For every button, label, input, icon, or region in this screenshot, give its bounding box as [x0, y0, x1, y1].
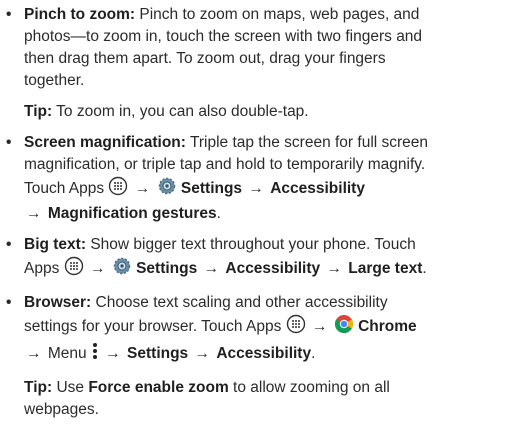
- pinch-text-3: then drag them apart. To zoom out, drag …: [24, 50, 386, 67]
- tip-line2: webpages.: [24, 401, 99, 418]
- chrome-label: Chrome: [358, 318, 417, 335]
- apps-icon: [286, 314, 306, 341]
- pinch-text-1: Pinch to zoom on maps, web pages, and: [139, 6, 420, 23]
- magnification-gestures-label: Magnification gestures: [47, 205, 217, 222]
- arrow: →: [203, 260, 220, 277]
- browser-text-2: settings for your browser. Touch Apps: [24, 318, 282, 335]
- accessibility-label: Accessibility: [216, 345, 312, 362]
- settings-label: Settings: [180, 180, 243, 197]
- arrow: →: [134, 180, 151, 197]
- touch-apps-text: Touch Apps: [24, 180, 105, 197]
- tip-double-tap: Tip: To zoom in, you can also double-tap…: [0, 101, 507, 123]
- period: .: [422, 260, 427, 277]
- accessibility-label: Accessibility: [270, 180, 365, 197]
- arrow: →: [89, 260, 106, 277]
- arrow: →: [194, 345, 211, 362]
- tip-label: Tip:: [24, 103, 53, 120]
- browser-text-1: Choose text scaling and other accessibil…: [95, 294, 388, 311]
- arrow: →: [326, 260, 342, 277]
- pinch-title: Pinch to zoom:: [24, 6, 136, 23]
- tip-force-zoom: Tip: Use Force enable zoom to allow zoom…: [0, 377, 507, 421]
- arrow: →: [311, 318, 328, 335]
- magnification-text-2: magnification, or triple tap and hold to…: [24, 156, 426, 173]
- magnification-text-1: Triple tap the screen for full screen: [189, 134, 429, 151]
- settings-label: Settings: [136, 260, 198, 277]
- bullet: •: [6, 6, 12, 23]
- tip-label: Tip:: [24, 379, 53, 396]
- arrow: →: [26, 205, 42, 222]
- browser-title: Browser:: [24, 294, 92, 311]
- menu-dots-icon: [91, 341, 99, 368]
- arrow: →: [248, 180, 264, 197]
- settings-gear-icon: [157, 176, 177, 203]
- settings-gear-icon: [112, 256, 132, 283]
- instruction-page: • Pinch to zoom: Pinch to zoom on maps, …: [0, 0, 507, 424]
- list-item-browser: • Browser: Choose text scaling and other…: [0, 292, 507, 368]
- apps-icon: [108, 176, 128, 203]
- list-item-pinch-to-zoom: • Pinch to zoom: Pinch to zoom on maps, …: [0, 4, 507, 92]
- force-enable-zoom-label: Force enable zoom: [88, 379, 229, 396]
- tip-text: To zoom in, you can also double-tap.: [56, 103, 309, 120]
- bullet: •: [6, 236, 12, 253]
- bullet: •: [6, 294, 12, 311]
- pinch-text-4: together.: [24, 72, 85, 89]
- chrome-icon: [334, 314, 354, 341]
- list-item-screen-magnification: • Screen magnification: Triple tap the s…: [0, 132, 507, 225]
- accessibility-label: Accessibility: [225, 260, 321, 277]
- large-text-label: Large text: [348, 260, 423, 277]
- tip-pre: Use: [56, 379, 85, 396]
- arrow: →: [105, 345, 121, 362]
- arrow: →: [26, 345, 42, 362]
- list-item-big-text: • Big text: Show bigger text throughout …: [0, 234, 507, 283]
- bigtext-title: Big text:: [24, 236, 86, 253]
- menu-text: Menu: [47, 345, 87, 362]
- period: .: [311, 345, 316, 362]
- magnification-title: Screen magnification:: [24, 134, 186, 151]
- tip-post: to allow zooming on all: [233, 379, 390, 396]
- pinch-text-2: photos—to zoom in, touch the screen with…: [24, 28, 423, 45]
- bullet: •: [6, 134, 12, 151]
- settings-label: Settings: [127, 345, 189, 362]
- apps-text: Apps: [24, 260, 60, 277]
- bigtext-text-1: Show bigger text throughout your phone. …: [90, 236, 416, 253]
- period: .: [216, 205, 221, 222]
- apps-icon: [64, 256, 84, 283]
